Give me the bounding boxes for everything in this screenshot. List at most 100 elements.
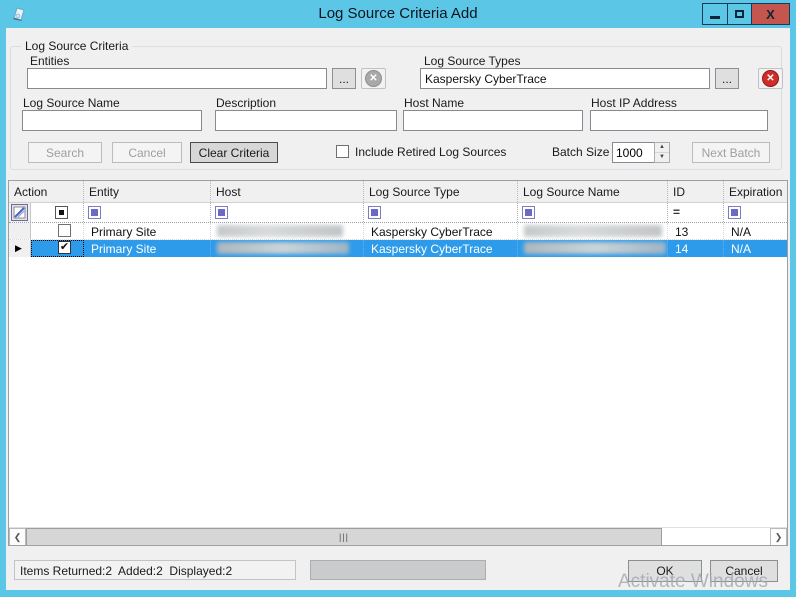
redacted-host-value	[217, 225, 343, 237]
action-cell[interactable]	[31, 223, 84, 239]
log-source-grid: Action Entity Host Log Source Type Log S…	[8, 180, 788, 546]
column-header-log-source-name[interactable]: Log Source Name	[518, 181, 668, 202]
log-source-types-clear-icon: ✕	[762, 70, 779, 87]
close-icon: X	[766, 7, 775, 22]
edit-filter-icon[interactable]	[11, 204, 28, 221]
description-input[interactable]	[215, 110, 397, 131]
expiration-cell[interactable]: N/A	[724, 223, 788, 239]
include-retired-checkbox[interactable]	[336, 145, 349, 158]
scrollbar-grip-icon: |||	[339, 532, 349, 542]
entities-input[interactable]	[27, 68, 327, 89]
log-source-name-cell[interactable]	[518, 223, 668, 239]
redacted-host-value	[217, 242, 349, 254]
log-source-type-cell[interactable]: Kaspersky CyberTrace	[364, 223, 518, 239]
window-controls: X	[702, 3, 790, 25]
grid-header-row: Action Entity Host Log Source Type Log S…	[9, 181, 787, 203]
row-action-checkbox-checked[interactable]: ✔	[58, 241, 71, 254]
spin-down-button[interactable]: ▼	[655, 153, 669, 162]
filter-checkbox-icon[interactable]	[728, 206, 741, 219]
scroll-left-button[interactable]: ❮	[9, 528, 26, 546]
log-source-types-label: Log Source Types	[424, 54, 521, 68]
table-row[interactable]: Primary Site Kaspersky CyberTrace 13 N/A	[9, 223, 787, 240]
filter-cell-action[interactable]	[31, 203, 84, 222]
next-batch-button[interactable]: Next Batch	[692, 142, 770, 163]
filter-cell-expiration[interactable]	[724, 203, 788, 222]
entities-clear-button[interactable]: ✕	[361, 68, 386, 89]
id-cell[interactable]: 13	[668, 223, 724, 239]
title-bar[interactable]: Log Source Criteria Add X	[0, 0, 796, 28]
filter-checkbox-icon[interactable]	[88, 206, 101, 219]
log-source-types-browse-button[interactable]: ...	[715, 68, 739, 89]
action-cell[interactable]: ✔	[31, 240, 84, 257]
entity-cell[interactable]: Primary Site	[84, 223, 211, 239]
minimize-button[interactable]	[703, 4, 727, 24]
column-header-entity[interactable]: Entity	[84, 181, 211, 202]
filter-cell-host[interactable]	[211, 203, 364, 222]
log-source-type-cell[interactable]: Kaspersky CyberTrace	[364, 240, 518, 257]
spin-up-icon: ▲	[659, 144, 665, 150]
filter-checkbox-icon[interactable]	[368, 206, 381, 219]
ok-button[interactable]: OK	[628, 560, 702, 582]
scrollbar-thumb[interactable]: |||	[26, 528, 662, 546]
redacted-log-source-name-value	[524, 225, 662, 237]
log-source-name-input[interactable]	[22, 110, 202, 131]
host-ip-input[interactable]	[590, 110, 768, 131]
minimize-icon	[710, 16, 720, 19]
column-header-expiration[interactable]: Expiration	[724, 181, 788, 202]
entities-label: Entities	[30, 54, 69, 68]
filter-row-header-cell	[9, 203, 31, 222]
scroll-left-icon: ❮	[14, 532, 22, 542]
grid-filter-row: =	[9, 203, 787, 223]
window-title: Log Source Criteria Add	[0, 5, 796, 22]
dialog-window: Log Source Criteria Add X Log Source Cri…	[0, 0, 796, 597]
filter-cell-log-source-name[interactable]	[518, 203, 668, 222]
host-name-input[interactable]	[403, 110, 583, 131]
column-header-host[interactable]: Host	[211, 181, 364, 202]
search-button[interactable]: Search	[28, 142, 102, 163]
redacted-log-source-name-value	[524, 242, 666, 254]
filter-checkbox-icon[interactable]	[522, 206, 535, 219]
horizontal-scrollbar[interactable]: ❮ ||| ❯	[9, 527, 787, 545]
filter-cell-log-source-type[interactable]	[364, 203, 518, 222]
log-source-types-input[interactable]	[420, 68, 710, 89]
host-ip-label: Host IP Address	[591, 96, 677, 110]
clear-criteria-button[interactable]: Clear Criteria	[190, 142, 278, 163]
scroll-right-icon: ❯	[775, 532, 783, 542]
group-label: Log Source Criteria	[21, 39, 132, 53]
log-source-types-clear-button[interactable]: ✕	[758, 68, 783, 89]
action-filter-checkbox-icon[interactable]	[55, 206, 68, 219]
expiration-cell[interactable]: N/A	[724, 240, 788, 257]
host-cell[interactable]	[211, 223, 364, 239]
maximize-icon	[735, 10, 744, 18]
progress-bar	[310, 560, 486, 580]
log-source-name-cell[interactable]	[518, 240, 668, 257]
current-row-arrow-icon: ▶	[15, 243, 22, 254]
cancel-search-button[interactable]: Cancel	[112, 142, 182, 163]
batch-size-label: Batch Size	[552, 145, 609, 159]
filter-checkbox-icon[interactable]	[215, 206, 228, 219]
filter-cell-entity[interactable]	[84, 203, 211, 222]
filter-cell-id[interactable]: =	[668, 203, 724, 222]
batch-size-input[interactable]	[612, 142, 654, 163]
column-header-action[interactable]: Action	[9, 181, 84, 202]
host-cell[interactable]	[211, 240, 364, 257]
entities-browse-button[interactable]: ...	[332, 68, 356, 89]
row-indicator-cell[interactable]	[9, 223, 31, 239]
column-header-log-source-type[interactable]: Log Source Type	[364, 181, 518, 202]
maximize-button[interactable]	[727, 4, 751, 24]
log-source-name-label: Log Source Name	[23, 96, 120, 110]
entities-clear-icon: ✕	[365, 70, 382, 87]
batch-size-spinner: ▲ ▼	[612, 142, 670, 163]
entity-cell[interactable]: Primary Site	[84, 240, 211, 257]
close-button[interactable]: X	[751, 4, 789, 24]
row-indicator-cell[interactable]: ▶	[9, 240, 31, 257]
id-cell[interactable]: 14	[668, 240, 724, 257]
cancel-button[interactable]: Cancel	[710, 560, 778, 582]
table-row-selected[interactable]: ▶ ✔ Primary Site Kaspersky CyberTrace 14…	[9, 240, 787, 257]
column-header-id[interactable]: ID	[668, 181, 724, 202]
spin-up-button[interactable]: ▲	[655, 143, 669, 153]
row-action-checkbox[interactable]	[58, 224, 71, 237]
scroll-right-button[interactable]: ❯	[770, 528, 787, 546]
spin-down-icon: ▼	[659, 154, 665, 160]
description-label: Description	[216, 96, 276, 110]
